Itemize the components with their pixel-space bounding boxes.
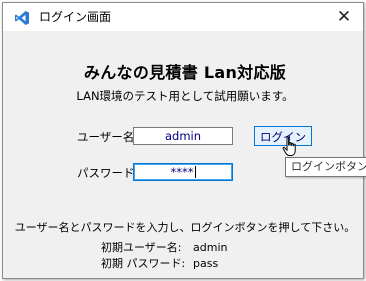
close-button[interactable]: ✕ bbox=[331, 6, 357, 28]
login-button-tooltip: ログインボタン bbox=[285, 157, 366, 177]
hand-pointer-icon bbox=[282, 136, 296, 156]
window-title: ログイン画面 bbox=[39, 10, 112, 24]
username-label: ユーザー名 bbox=[77, 130, 135, 144]
username-input[interactable]: admin bbox=[133, 127, 233, 145]
visual-studio-icon bbox=[15, 11, 29, 25]
app-subheading: LAN環境のテスト用として試用願います。 bbox=[76, 89, 294, 103]
initial-user-label: 初期ユーザー名: bbox=[101, 241, 182, 254]
text-caret bbox=[194, 166, 196, 178]
initial-pass-label: 初期 パスワード: bbox=[101, 257, 186, 270]
username-value: admin bbox=[164, 129, 202, 143]
password-label: パスワード bbox=[77, 166, 135, 180]
password-value: **** bbox=[170, 165, 194, 179]
app-heading: みんなの見積書 Lan対応版 bbox=[83, 63, 287, 82]
instruction-text: ユーザー名とパスワードを入力し、ログインボタンを押して下さい。 bbox=[14, 221, 356, 234]
initial-pass-value: pass bbox=[193, 257, 219, 270]
close-icon: ✕ bbox=[336, 7, 352, 27]
initial-user-value: admin bbox=[193, 241, 228, 254]
login-window: ログイン画面 ✕ みんなの見積書 Lan対応版 LAN環境のテスト用として試用願… bbox=[2, 2, 364, 279]
password-input[interactable]: **** bbox=[133, 163, 233, 181]
title-bar[interactable]: ログイン画面 ✕ bbox=[3, 3, 363, 31]
